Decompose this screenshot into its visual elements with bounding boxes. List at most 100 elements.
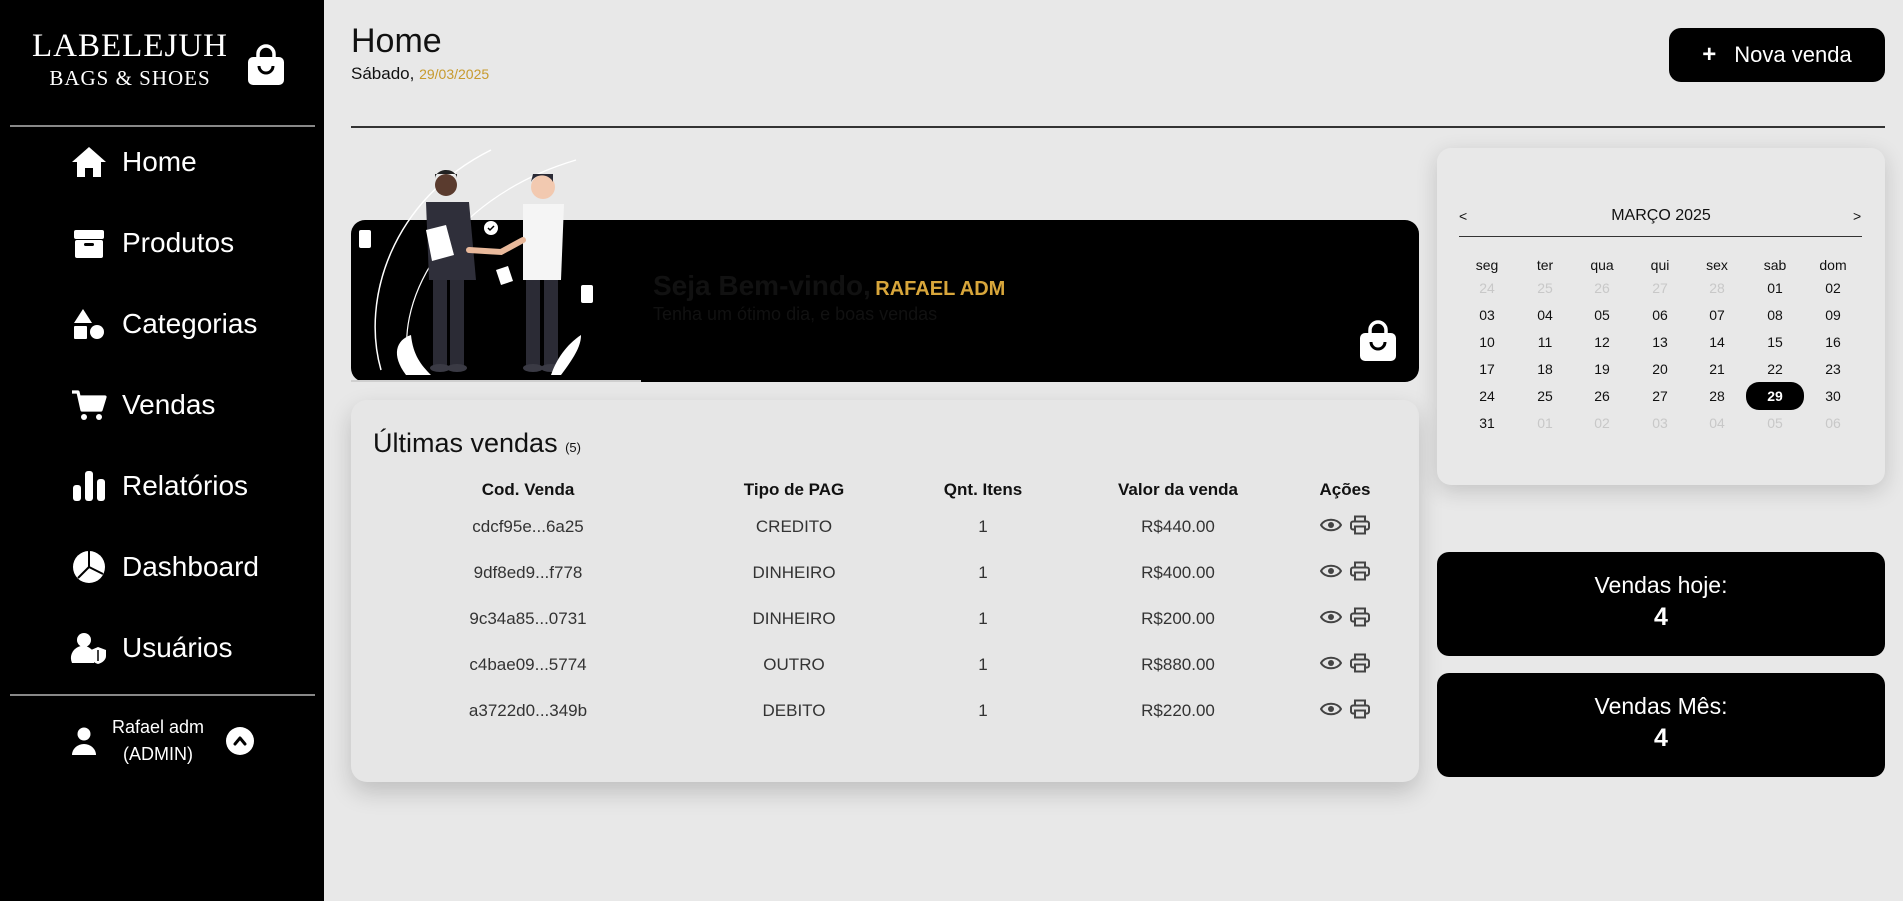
sidebar-item-label: Produtos <box>122 227 235 258</box>
cell-value: R$220.00 <box>1141 701 1215 720</box>
cell-qty: 1 <box>978 609 988 628</box>
calendar-day[interactable]: 06 <box>1813 411 1853 435</box>
print-icon[interactable] <box>1349 653 1371 673</box>
calendar-day[interactable]: 12 <box>1582 330 1622 354</box>
calendar-day[interactable]: 03 <box>1467 303 1507 327</box>
print-icon[interactable] <box>1349 515 1371 535</box>
calendar-weekday: qua <box>1590 257 1614 273</box>
calendar-month-label: MARÇO 2025 <box>1611 207 1711 224</box>
calendar-day[interactable]: 07 <box>1697 303 1737 327</box>
calendar-day[interactable]: 05 <box>1755 411 1795 435</box>
cell-payment: CREDITO <box>755 517 833 536</box>
sidebar-item-produtos[interactable]: Produtos <box>70 218 234 268</box>
sidebar-item-home[interactable]: Home <box>70 137 197 187</box>
calendar-day-selected[interactable]: 29 <box>1746 382 1804 410</box>
user-name-block: Rafael adm (ADMIN) <box>98 714 218 768</box>
calendar-day[interactable]: 16 <box>1813 330 1853 354</box>
cell-payment: DINHEIRO <box>752 563 836 582</box>
calendar-day[interactable]: 17 <box>1467 357 1507 381</box>
print-icon[interactable] <box>1349 699 1371 719</box>
calendar-day[interactable]: 31 <box>1467 411 1507 435</box>
calendar-day[interactable]: 13 <box>1640 330 1680 354</box>
calendar-day[interactable]: 03 <box>1640 411 1680 435</box>
calendar-day[interactable]: 02 <box>1582 411 1622 435</box>
print-icon[interactable] <box>1349 607 1371 627</box>
calendar-day[interactable]: 19 <box>1582 357 1622 381</box>
column-header-payment: Tipo de PAG <box>743 480 845 499</box>
calendar-day[interactable]: 06 <box>1640 303 1680 327</box>
chevron-up-icon <box>233 736 247 746</box>
calendar-day[interactable]: 25 <box>1525 384 1565 408</box>
calendar-day[interactable]: 18 <box>1525 357 1565 381</box>
calendar-day[interactable]: 09 <box>1813 303 1853 327</box>
sidebar-item-vendas[interactable]: Vendas <box>70 380 215 430</box>
calendar-day[interactable]: 24 <box>1467 276 1507 300</box>
user-shield-icon <box>70 633 106 664</box>
view-icon[interactable] <box>1319 515 1343 535</box>
calendar-day[interactable]: 14 <box>1697 330 1737 354</box>
user-menu[interactable]: Rafael adm (ADMIN) <box>70 714 260 768</box>
calendar-day[interactable]: 26 <box>1582 384 1622 408</box>
welcome-text: Seja Bem-vindo, RAFAEL ADM Tenha um ótim… <box>653 270 1005 325</box>
user-menu-toggle[interactable] <box>226 727 254 755</box>
calendar-day[interactable]: 30 <box>1813 384 1853 408</box>
view-icon[interactable] <box>1319 607 1343 627</box>
calendar-weekday: dom <box>1819 257 1847 273</box>
shapes-icon <box>74 309 104 339</box>
sidebar-item-label: Usuários <box>122 632 233 663</box>
calendar-weekday: seg <box>1475 257 1499 273</box>
print-icon[interactable] <box>1349 561 1371 581</box>
cell-qty: 1 <box>978 563 988 582</box>
stat-value: 4 <box>1654 724 1668 752</box>
bar-chart-icon <box>73 471 105 501</box>
calendar-day[interactable]: 02 <box>1813 276 1853 300</box>
calendar-day[interactable]: 10 <box>1467 330 1507 354</box>
cell-value: R$440.00 <box>1141 517 1215 536</box>
cell-value: R$400.00 <box>1141 563 1215 582</box>
calendar-day[interactable]: 08 <box>1755 303 1795 327</box>
calendar-day[interactable]: 26 <box>1582 276 1622 300</box>
sidebar-item-relatorios[interactable]: Relatórios <box>70 461 248 511</box>
brand-name: LABELEJUH <box>32 28 228 64</box>
calendar-day[interactable]: 23 <box>1813 357 1853 381</box>
home-icon <box>72 147 106 177</box>
page-title: Home <box>351 22 442 60</box>
new-sale-button[interactable]: + Nova venda <box>1669 28 1885 82</box>
sidebar-item-usuarios[interactable]: Usuários <box>70 623 232 673</box>
sidebar-item-dashboard[interactable]: Dashboard <box>70 542 259 592</box>
stat-sales-month: Vendas Mês: 4 <box>1437 673 1885 777</box>
welcome-user-name: RAFAEL ADM <box>875 278 1006 300</box>
cell-code: 9df8ed9...f778 <box>473 563 583 582</box>
calendar-day[interactable]: 28 <box>1697 276 1737 300</box>
brand-logo[interactable]: LABELEJUH BAGS & SHOES <box>0 28 260 92</box>
calendar-day[interactable]: 15 <box>1755 330 1795 354</box>
calendar-day[interactable]: 28 <box>1697 384 1737 408</box>
calendar-day[interactable]: 27 <box>1640 276 1680 300</box>
column-header-value: Valor da venda <box>1118 480 1238 499</box>
calendar-day[interactable]: 04 <box>1697 411 1737 435</box>
calendar-day[interactable]: 05 <box>1582 303 1622 327</box>
sidebar-item-label: Categorias <box>122 308 258 339</box>
calendar-day[interactable]: 01 <box>1755 276 1795 300</box>
cell-code: cdcf95e...6a25 <box>472 517 584 536</box>
calendar-day[interactable]: 22 <box>1755 357 1795 381</box>
calendar-day[interactable]: 04 <box>1525 303 1565 327</box>
sidebar-item-categorias[interactable]: Categorias <box>70 299 257 349</box>
view-icon[interactable] <box>1319 561 1343 581</box>
calendar-day[interactable]: 11 <box>1525 330 1565 354</box>
view-icon[interactable] <box>1319 699 1343 719</box>
calendar-day[interactable]: 21 <box>1697 357 1737 381</box>
cell-value: R$880.00 <box>1141 655 1215 674</box>
cart-icon <box>72 390 107 420</box>
user-role: (ADMIN) <box>123 744 193 764</box>
calendar-day[interactable]: 20 <box>1640 357 1680 381</box>
stat-label: Vendas Mês: <box>1594 693 1728 719</box>
calendar-weekday: sab <box>1763 257 1787 273</box>
calendar-day[interactable]: 01 <box>1525 411 1565 435</box>
calendar-day[interactable]: 25 <box>1525 276 1565 300</box>
calendar-day[interactable]: 27 <box>1640 384 1680 408</box>
view-icon[interactable] <box>1319 653 1343 673</box>
latest-sales-heading: Últimas vendas <box>373 428 558 458</box>
calendar-day[interactable]: 24 <box>1467 384 1507 408</box>
cell-payment: OUTRO <box>763 655 825 674</box>
